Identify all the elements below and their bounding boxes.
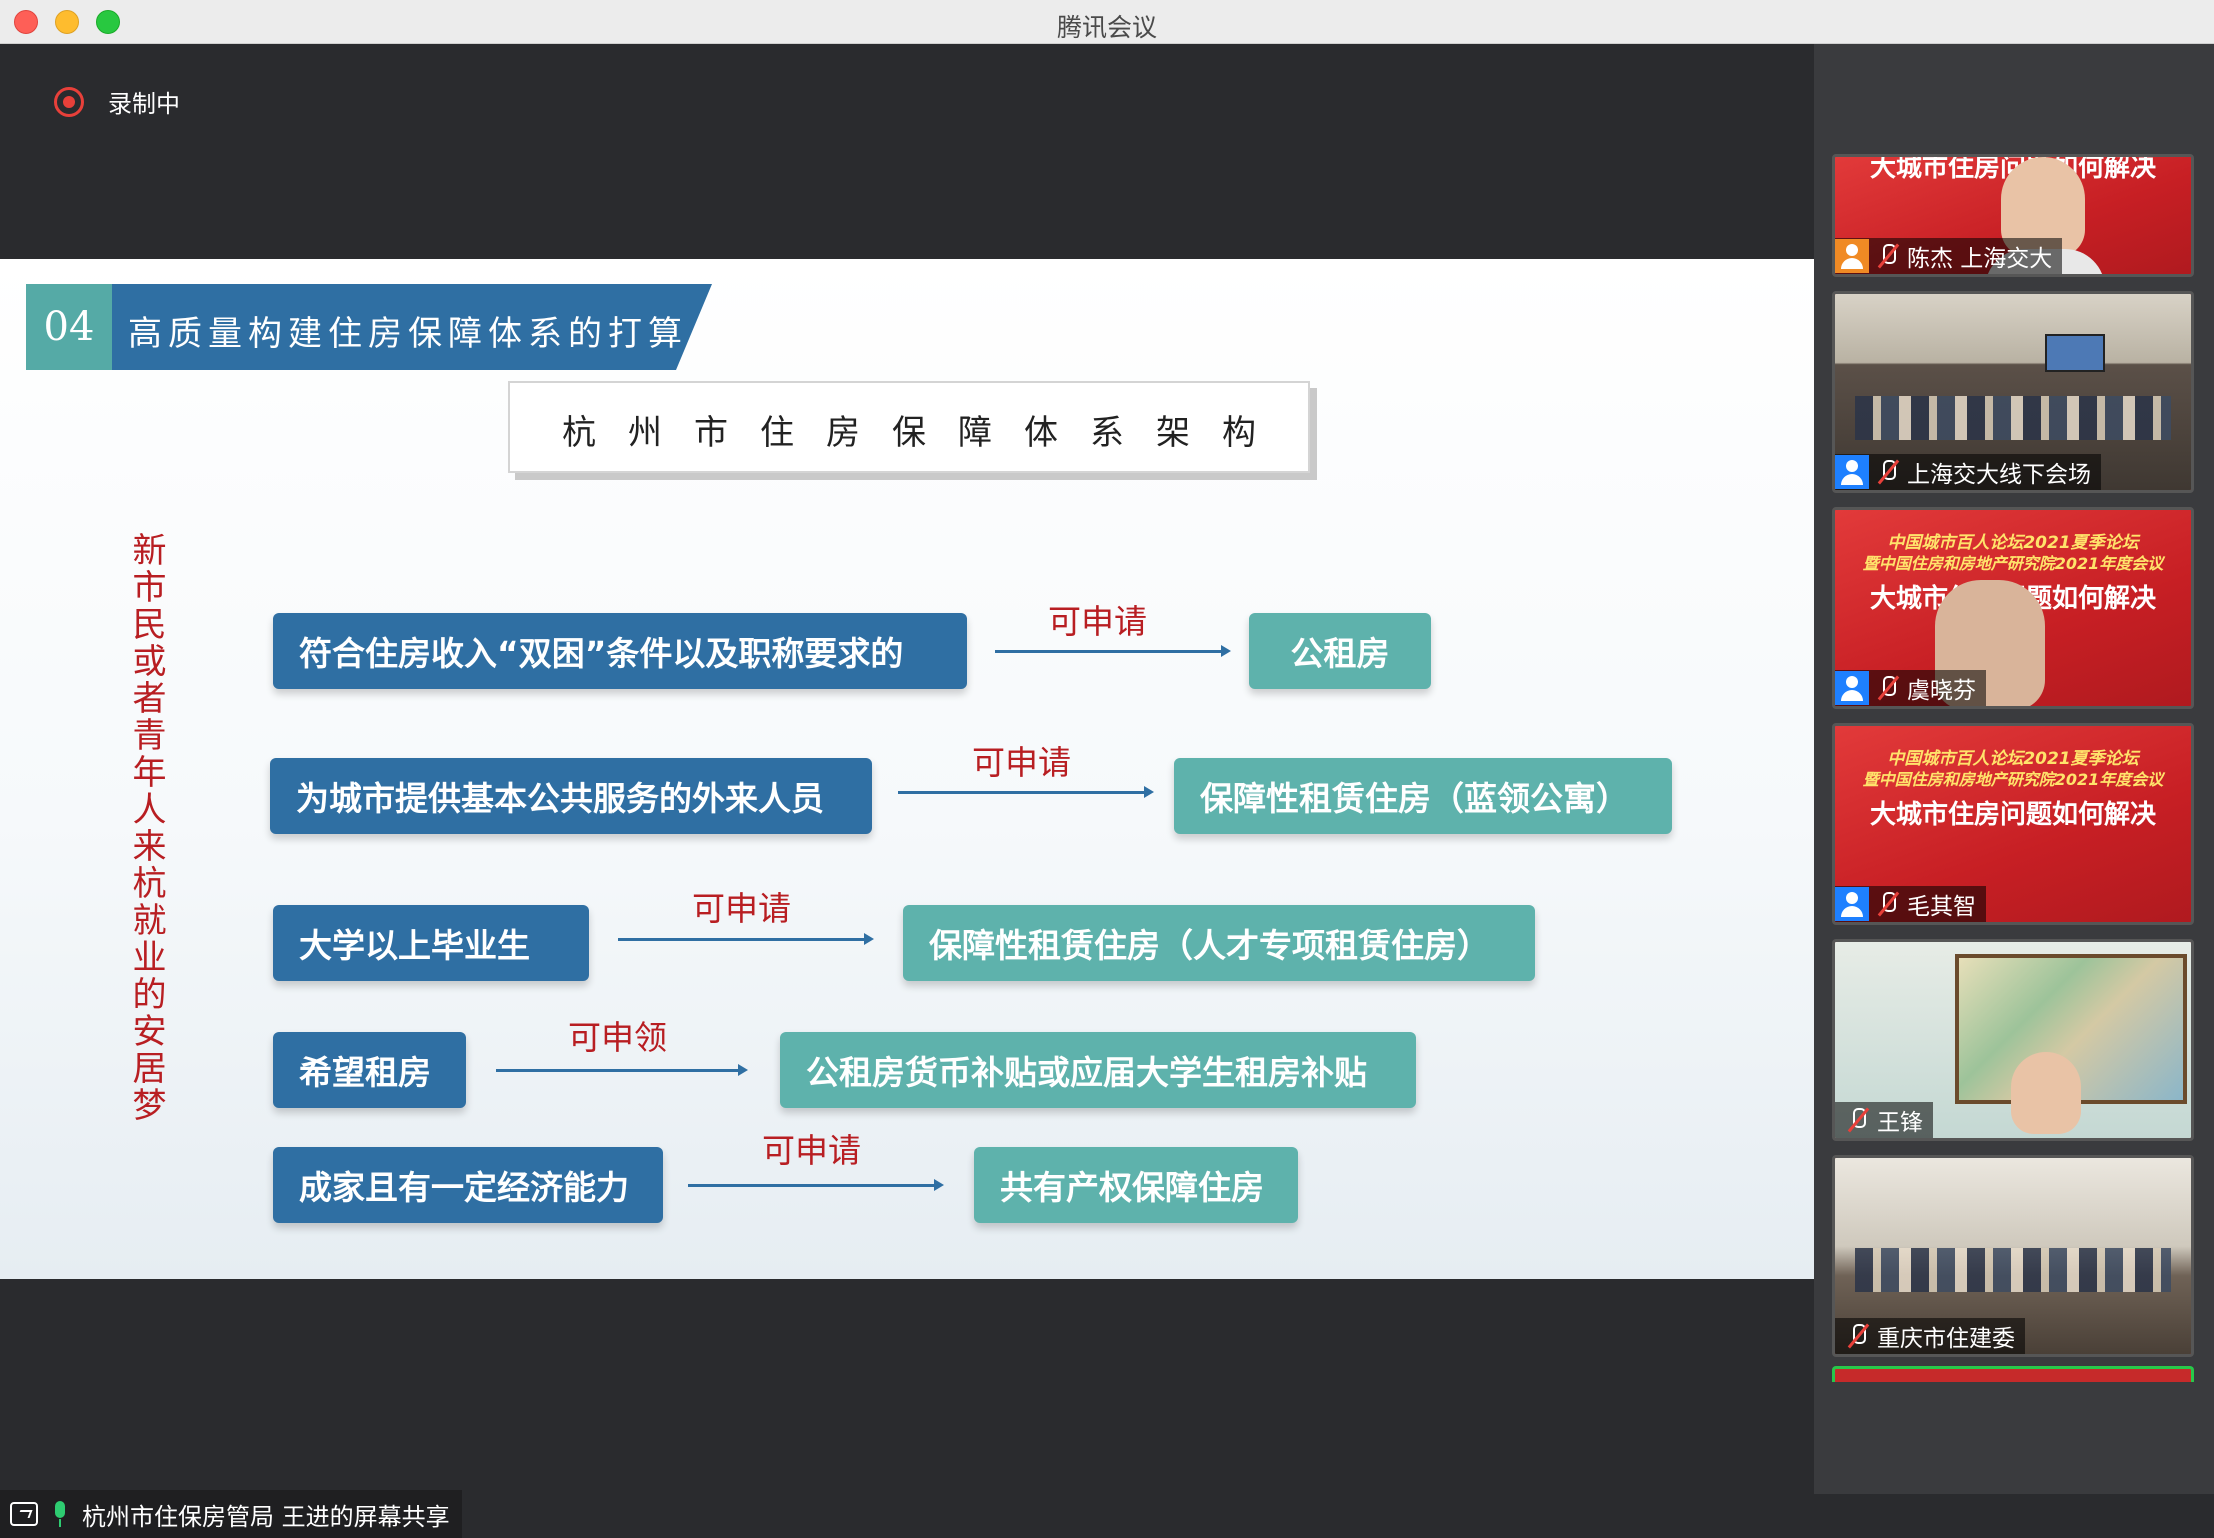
participant-tile[interactable]: 上海交大线下会场: [1832, 291, 2194, 493]
poster-text: 暨中国住房和房地产研究院2021年度会议: [1862, 554, 2164, 573]
eligibility-box: 符合住房收入“双困”条件以及职称要求的: [273, 613, 967, 689]
participant-label: 重庆市住建委: [1835, 1318, 2025, 1354]
participant-name: 陈杰 上海交大: [1907, 246, 2053, 272]
eligibility-box: 为城市提供基本公共服务的外来人员: [270, 758, 872, 834]
shared-screen-stage: 录制中 04 高质量构建住房保障体系的打算 杭州市住房保障体系架构 新市民或者青…: [0, 44, 1814, 1538]
room-attendees: [1855, 396, 2171, 440]
mic-muted-icon: [1873, 889, 1903, 919]
screen-share-label: 杭州市住保房管局 王进的屏幕共享: [82, 1502, 450, 1531]
arrow: [995, 645, 1231, 657]
section-title: 高质量构建住房保障体系的打算: [128, 314, 688, 354]
arrow: [496, 1064, 748, 1076]
screen-share-icon: [10, 1502, 38, 1526]
mic-muted-icon: [1873, 457, 1903, 487]
eligibility-box: 大学以上毕业生: [273, 905, 589, 981]
participant-tile[interactable]: 中国城市百人论坛2021夏季论坛 暨中国住房和房地产研究院2021年度会议 大城…: [1832, 507, 2194, 709]
participant-label: 王锋: [1835, 1102, 1933, 1138]
participant-tile[interactable]: 大城市住房问题如何解决 陈杰 上海交大: [1832, 154, 2194, 277]
arrow: [688, 1179, 944, 1191]
mic-muted-icon: [1843, 1321, 1873, 1351]
participant-name: 王锋: [1877, 1110, 1923, 1136]
presentation-slide: 04 高质量构建住房保障体系的打算 杭州市住房保障体系架构 新市民或者青年人来杭…: [0, 259, 1814, 1279]
participant-label: 陈杰 上海交大: [1835, 238, 2063, 274]
arrow: [618, 933, 874, 945]
participant-name: 重庆市住建委: [1877, 1326, 2015, 1352]
participant-tile[interactable]: 王锋: [1832, 939, 2194, 1141]
section-number: 04: [26, 284, 112, 370]
architecture-title: 杭州市住房保障体系架构: [562, 413, 1288, 453]
window-title: 腾讯会议: [1056, 13, 1157, 42]
participant-label: 毛其智: [1835, 886, 1986, 922]
avatar-icon: [1835, 239, 1869, 273]
poster-text: 暨中国住房和房地产研究院2021年度会议: [1862, 770, 2164, 789]
participant-name: 毛其智: [1907, 894, 1976, 920]
participant-tile[interactable]: 中国城市百人论坛2021夏季论坛 暨中国住房和房地产研究院2021年度会议 大城…: [1832, 723, 2194, 925]
housing-type-box: 共有产权保障住房: [974, 1147, 1298, 1223]
avatar-icon: [1835, 887, 1869, 921]
participant-video: [2011, 1052, 2081, 1134]
microphone-icon: [52, 1501, 68, 1527]
mic-muted-icon: [1873, 673, 1903, 703]
participant-name: 虞晓芬: [1907, 678, 1976, 704]
participant-label: 虞晓芬: [1835, 670, 1986, 706]
screen-share-indicator[interactable]: 杭州市住保房管局 王进的屏幕共享: [0, 1490, 462, 1538]
mic-muted-icon: [1873, 241, 1903, 271]
housing-type-box: 公租房货币补贴或应届大学生租房补贴: [780, 1032, 1416, 1108]
housing-type-box: 公租房: [1249, 613, 1431, 689]
poster-text: 大城市住房问题如何解决: [1869, 800, 2156, 830]
vertical-caption: 新市民或者青年人来杭就业的安居梦: [126, 532, 166, 1124]
housing-type-box: 保障性租赁住房（人才专项租赁住房）: [903, 905, 1535, 981]
recording-label: 录制中: [108, 90, 180, 118]
apply-label: 可申请: [692, 889, 791, 928]
record-icon: [54, 86, 84, 117]
apply-label: 可申请: [762, 1131, 861, 1170]
participant-label: 上海交大线下会场: [1835, 454, 2101, 490]
arrow: [898, 786, 1154, 798]
avatar-icon: [1835, 671, 1869, 705]
apply-label: 可申请: [1048, 602, 1147, 641]
next-participant-tile[interactable]: [1832, 1366, 2194, 1382]
eligibility-box: 成家且有一定经济能力: [273, 1147, 663, 1223]
housing-type-box: 保障性租赁住房（蓝领公寓）: [1174, 758, 1672, 834]
apply-label: 可申请: [972, 743, 1071, 782]
window-titlebar: 腾讯会议: [0, 0, 2214, 44]
eligibility-box: 希望租房: [273, 1032, 466, 1108]
participant-video-list[interactable]: 大城市住房问题如何解决 陈杰 上海交大 上海交大线下会场 中国城市百人论坛202…: [1814, 44, 2214, 1494]
participant-tile[interactable]: 重庆市住建委: [1832, 1155, 2194, 1357]
apply-label: 可申领: [568, 1018, 667, 1057]
room-attendees: [1855, 1248, 2171, 1292]
architecture-title-box: 杭州市住房保障体系架构: [508, 381, 1310, 473]
participant-name: 上海交大线下会场: [1907, 462, 2091, 488]
mic-muted-icon: [1843, 1105, 1873, 1135]
room-screen: [2045, 334, 2105, 372]
avatar-icon: [1835, 455, 1869, 489]
recording-indicator[interactable]: 录制中: [54, 84, 180, 119]
